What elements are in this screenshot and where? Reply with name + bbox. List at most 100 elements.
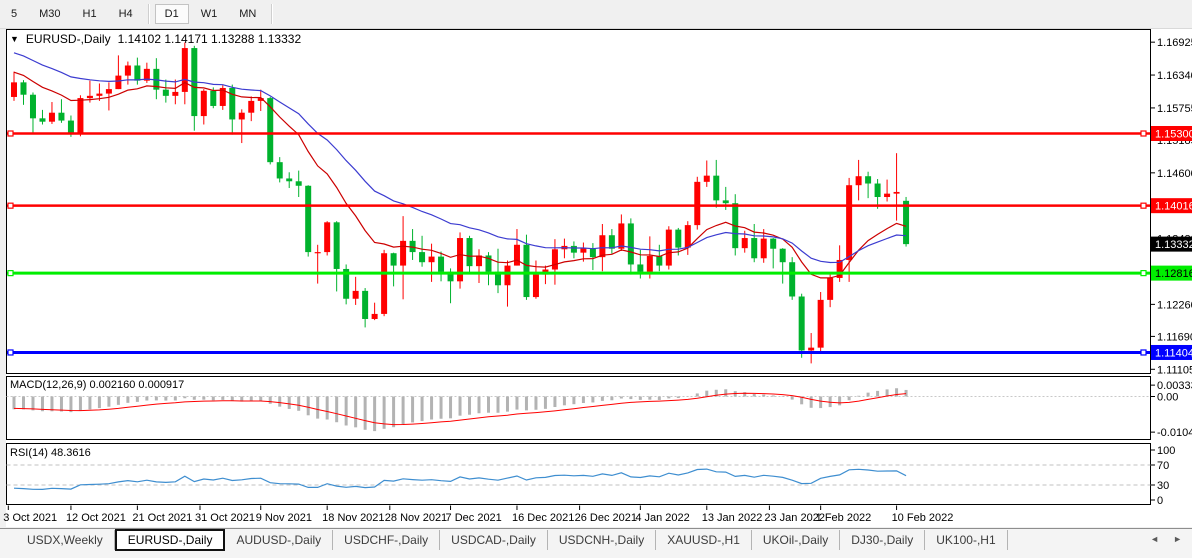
candle-body: [894, 192, 900, 194]
macd-indicator-label: MACD(12,26,9) 0.002160 0.000917: [10, 379, 184, 391]
candle-body: [106, 89, 112, 93]
candle-body: [20, 82, 26, 94]
macd-axis-label: -0.010439: [1157, 427, 1192, 439]
chart-tab-ukoil-daily[interactable]: UKOil-,Daily: [752, 530, 840, 550]
price-badge-label: 1.12816: [1155, 268, 1192, 280]
price-tick-label: 1.16340: [1157, 70, 1192, 82]
hline-handle[interactable]: [1141, 271, 1146, 276]
hline-handle[interactable]: [1141, 131, 1146, 136]
date-tick-label: 3 Oct 2021: [3, 512, 57, 524]
rsi-axis-label: 70: [1157, 460, 1169, 472]
chart-tab-dj30-daily[interactable]: DJ30-,Daily: [840, 530, 925, 550]
candle-body: [248, 101, 254, 113]
candle-body: [239, 113, 245, 120]
chart-tab-usdchf-daily[interactable]: USDCHF-,Daily: [333, 530, 440, 550]
candle-body: [903, 201, 909, 244]
date-tick-label: 21 Oct 2021: [132, 512, 192, 524]
hline-handle[interactable]: [8, 131, 13, 136]
rsi-axis-label: 30: [1157, 480, 1169, 492]
price-tick-label: 1.15755: [1157, 103, 1192, 115]
chart-tab-eurusd-daily[interactable]: EURUSD-,Daily: [115, 529, 226, 551]
timeframe-toolbar: 5M30H1H4 D1W1MN: [0, 0, 1192, 29]
tabs-scroll-left-icon[interactable]: ◄: [1150, 534, 1159, 544]
price-tick-label: 1.11690: [1157, 331, 1192, 343]
hline-handle[interactable]: [1141, 350, 1146, 355]
candle-body: [884, 194, 890, 197]
candle-body: [780, 249, 786, 262]
chart-tab-xauusd-h1[interactable]: XAUUSD-,H1: [656, 530, 752, 550]
candle-body: [11, 82, 17, 97]
candle-body: [296, 181, 302, 185]
chart-tab-audusd-daily[interactable]: AUDUSD-,Daily: [225, 530, 333, 550]
toolbar-separator: [148, 4, 150, 24]
macd-axis-label: 0.00: [1157, 392, 1178, 404]
macd-axis-label: 0.003331: [1157, 380, 1192, 392]
candle-body: [637, 264, 643, 271]
candle-body: [381, 253, 387, 314]
chart-tab-usdx-weekly[interactable]: USDX,Weekly: [16, 530, 115, 550]
candle-body: [210, 91, 216, 106]
candle-body: [125, 65, 131, 75]
candle-body: [334, 222, 340, 269]
candle-body: [789, 262, 795, 296]
rsi-indicator-label: RSI(14) 48.3616: [10, 447, 91, 459]
candle-body: [694, 182, 700, 225]
candle-body: [315, 252, 321, 253]
rsi-axis-label: 0: [1157, 495, 1163, 507]
candle-body: [229, 88, 235, 119]
tabs-scroll-right-icon[interactable]: ►: [1173, 534, 1182, 544]
price-badge-label: 1.14016: [1155, 201, 1192, 213]
hline-handle[interactable]: [8, 203, 13, 208]
candle-body: [457, 238, 463, 281]
candle-body: [30, 95, 36, 119]
candle-body: [77, 98, 83, 133]
timeframe-button-5[interactable]: 5: [1, 4, 27, 24]
date-tick-label: 4 Jan 2022: [635, 512, 689, 524]
chart-canvas[interactable]: 1.169251.163401.157551.151851.146001.134…: [0, 0, 1192, 558]
chart-tab-usdcad-daily[interactable]: USDCAD-,Daily: [440, 530, 548, 550]
price-tick-label: 1.11105: [1157, 364, 1192, 376]
hline-handle[interactable]: [8, 350, 13, 355]
date-tick-label: 1 Feb 2022: [816, 512, 872, 524]
date-tick-label: 12 Oct 2021: [66, 512, 126, 524]
timeframe-button-m30[interactable]: M30: [29, 4, 70, 24]
candle-body: [685, 225, 691, 247]
toolbar-separator: [271, 4, 273, 24]
hline-handle[interactable]: [1141, 203, 1146, 208]
price-tick-label: 1.12260: [1157, 299, 1192, 311]
candle-body: [827, 278, 833, 300]
trading-terminal-window: 5M30H1H4D1W1MN 1.169251.163401.157551.15…: [0, 0, 1192, 558]
candle-body: [618, 223, 624, 248]
candle-body: [865, 176, 871, 183]
date-tick-label: 31 Oct 2021: [195, 512, 255, 524]
candle-body: [353, 291, 359, 299]
timeframe-button-w1[interactable]: W1: [191, 4, 228, 24]
hline-handle[interactable]: [8, 271, 13, 276]
candle-body: [49, 113, 55, 122]
candle-body: [628, 223, 634, 264]
candle-body: [467, 238, 473, 266]
rsi-axis-label: 100: [1157, 445, 1175, 457]
timeframe-button-mn[interactable]: MN: [229, 4, 266, 24]
candle-body: [742, 238, 748, 248]
date-tick-label: 9 Nov 2021: [256, 512, 312, 524]
candle-body: [761, 239, 767, 259]
candle-body: [656, 256, 662, 266]
candle-body: [590, 248, 596, 257]
candle-body: [68, 121, 74, 133]
tab-scroll-arrows: ◄►: [1150, 529, 1192, 544]
candle-body: [324, 222, 330, 252]
price-tick-label: 1.14600: [1157, 168, 1192, 180]
candle-body: [533, 275, 539, 297]
symbol-tab-bar: USDX,WeeklyEURUSD-,DailyAUDUSD-,DailyUSD…: [0, 528, 1192, 558]
timeframe-button-h4[interactable]: H4: [109, 4, 143, 24]
candle-body: [599, 235, 605, 257]
date-tick-label: 10 Feb 2022: [892, 512, 954, 524]
timeframe-button-h1[interactable]: H1: [73, 4, 107, 24]
chart-tab-usdcnh-daily[interactable]: USDCNH-,Daily: [548, 530, 656, 550]
candle-body: [846, 185, 852, 260]
chart-tab-uk100-h1[interactable]: UK100-,H1: [925, 530, 1007, 550]
date-tick-label: 16 Dec 2021: [512, 512, 574, 524]
timeframe-button-d1[interactable]: D1: [155, 4, 189, 24]
candle-body: [201, 91, 207, 116]
